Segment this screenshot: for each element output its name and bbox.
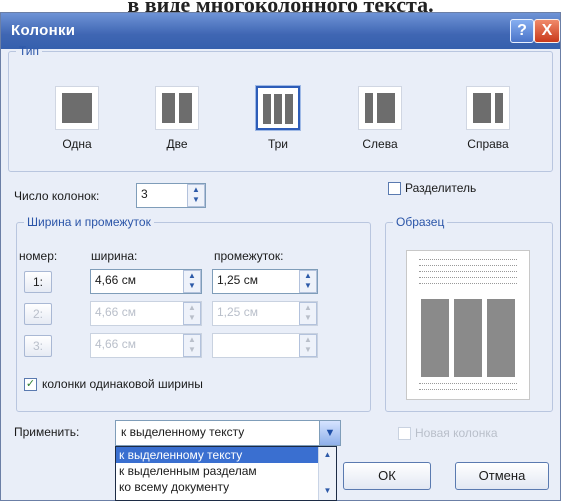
header-number: номер: <box>19 249 58 263</box>
preset-three[interactable]: Три <box>248 86 308 151</box>
apply-value: к выделенному тексту <box>121 425 245 439</box>
preset-left[interactable]: Слева <box>350 86 410 151</box>
scroll-down-icon[interactable]: ▼ <box>319 483 336 499</box>
row-2-width-value: 4,66 см <box>95 305 136 319</box>
cancel-button[interactable]: Отмена <box>455 462 549 490</box>
preset-right-icon <box>466 86 510 130</box>
new-column-checkbox[interactable] <box>398 427 411 440</box>
row-1-spacing-value: 1,25 см <box>217 273 258 287</box>
scroll-up-icon[interactable]: ▲ <box>319 447 336 463</box>
separator-checkbox[interactable] <box>388 182 401 195</box>
ok-button[interactable]: ОК <box>343 462 431 490</box>
background-document-text: в виде многоколонного текста. <box>0 0 561 12</box>
preset-one[interactable]: Одна <box>47 86 107 151</box>
num-columns-spinner[interactable]: ▲ ▼ <box>187 184 205 207</box>
num-columns-label: Число колонок: <box>14 189 100 203</box>
preset-two-icon <box>155 86 199 130</box>
widths-group-legend: Ширина и промежуток <box>27 215 151 229</box>
apply-combobox[interactable]: к выделенному тексту <box>115 420 341 446</box>
help-button[interactable]: ? <box>510 19 534 43</box>
preset-left-icon <box>358 86 402 130</box>
preset-left-label: Слева <box>362 137 398 151</box>
preset-three-label: Три <box>267 137 289 151</box>
sample-group-legend: Образец <box>396 215 445 229</box>
list-item[interactable]: ко всему документу <box>116 479 336 495</box>
row-1-width-value: 4,66 см <box>95 273 136 287</box>
preset-one-icon <box>55 86 99 130</box>
row-3-number: 3: <box>24 335 52 357</box>
equal-width-checkbox[interactable]: ✓ <box>24 378 37 391</box>
num-columns-value: 3 <box>141 187 148 201</box>
chevron-down-icon[interactable]: ▼ <box>319 421 340 445</box>
preset-two-label: Две <box>166 137 188 151</box>
row-2-width-spinner[interactable]: ▲ ▼ <box>183 302 201 325</box>
list-item[interactable]: к выделенным разделам <box>116 463 336 479</box>
close-button[interactable]: X <box>534 19 560 43</box>
header-width: ширина: <box>91 249 138 263</box>
dropdown-scrollbar[interactable]: ▲ ▼ <box>318 447 336 500</box>
type-group-legend: Тип <box>19 44 40 58</box>
preset-right-label: Справа <box>467 137 509 151</box>
preset-two[interactable]: Две <box>147 86 207 151</box>
equal-width-label: колонки одинаковой ширины <box>42 377 203 391</box>
preset-one-label: Одна <box>62 137 92 151</box>
new-column-label: Новая колонка <box>415 426 498 440</box>
row-1-number: 1: <box>24 271 52 293</box>
preset-three-icon <box>256 86 300 130</box>
preset-right[interactable]: Справа <box>458 86 518 151</box>
row-2-spacing-value: 1,25 см <box>217 305 258 319</box>
row-2-number: 2: <box>24 303 52 325</box>
row-2-spacing-spinner[interactable]: ▲ ▼ <box>299 302 317 325</box>
row-3-spacing-spinner[interactable]: ▲ ▼ <box>299 334 317 357</box>
header-spacing: промежуток: <box>214 249 284 263</box>
apply-dropdown-list: к выделенному тексту к выделенным раздел… <box>115 446 337 501</box>
sample-preview <box>406 250 530 400</box>
row-1-width-spinner[interactable]: ▲ ▼ <box>183 270 201 293</box>
row-1-spacing-spinner[interactable]: ▲ ▼ <box>299 270 317 293</box>
dialog-title: Колонки <box>11 22 76 39</box>
separator-label: Разделитель <box>405 181 477 195</box>
apply-label: Применить: <box>14 425 80 439</box>
row-3-width-value: 4,66 см <box>95 337 136 351</box>
row-3-width-spinner[interactable]: ▲ ▼ <box>183 334 201 357</box>
list-item[interactable]: к выделенному тексту <box>116 447 336 463</box>
